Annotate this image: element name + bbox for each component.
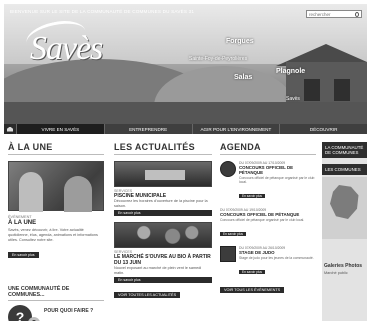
agenda-thumbnail (220, 246, 236, 262)
une-photo[interactable] (8, 161, 104, 212)
news-title-text[interactable]: LE MARCHÉ S'OUVRE AU BIO À PARTIR DU 13 … (114, 254, 212, 266)
galleries-title[interactable]: Galeries Photos (324, 263, 365, 269)
une-title: À LA UNE (8, 142, 53, 152)
news-item[interactable]: SERVICES PISCINE MUNICIPALE Découvrez le… (114, 161, 212, 216)
agenda-more-button[interactable]: En savoir plus (239, 270, 266, 274)
une-column: À LA UNE ÉVÉNEMENT À LA UNE Savès, venez… (8, 142, 104, 321)
place-label: Sainte-Foy-de-Peyrolières (189, 56, 248, 62)
agenda-item[interactable]: DU 07/09/2009 AU 17/10/2009 CONCOURS OFF… (220, 161, 316, 202)
logo[interactable]: Savès (20, 16, 110, 68)
news-image[interactable] (114, 222, 212, 248)
news-image[interactable] (114, 161, 212, 187)
community-question[interactable]: ? ? POUR QUOI FAIRE ? (8, 305, 104, 321)
right-sidebar: LA COMMUNAUTÉ DE COMMUNES LES COMMUNES G… (322, 142, 367, 321)
une-category: ÉVÉNEMENT (8, 215, 32, 219)
header-banner: BIENVENUE SUR LE SITE DE LA COMMUNAUTÉ D… (4, 4, 367, 124)
community-block: UNE COMMUNAUTÉ DE COMMUNES... ? ? POUR Q… (8, 286, 104, 321)
page: BIENVENUE SUR LE SITE DE LA COMMUNAUTÉ D… (4, 4, 367, 321)
agenda-thumbnail (220, 161, 236, 177)
agenda-body: Stage de judo pour les jeunes de la comm… (239, 256, 314, 260)
home-button[interactable] (4, 124, 16, 134)
home-icon (7, 126, 13, 132)
search-icon[interactable] (355, 11, 359, 17)
place-label: Forgues (226, 38, 254, 45)
nav-item-environnement[interactable]: AGIR POUR L'ENVIRONNEMENT (191, 124, 280, 134)
agenda-body: Concours officiel de pétanque organisé p… (239, 176, 315, 184)
search-input[interactable] (309, 11, 355, 17)
logo-text: Savès (30, 30, 103, 67)
une-more-button[interactable]: En savoir plus (8, 252, 39, 258)
community-title[interactable]: UNE COMMUNAUTÉ DE COMMUNES... (8, 286, 104, 298)
welcome-text: BIENVENUE SUR LE SITE DE LA COMMUNAUTÉ D… (10, 9, 195, 14)
agenda-more-button[interactable]: En savoir plus (220, 232, 247, 236)
see-all-news-button[interactable]: VOIR TOUTES LES ACTUALITÉS (114, 292, 181, 298)
agenda-title-text[interactable]: CONCOURS OFFICIEL DE PÉTANQUE (220, 212, 316, 217)
news-item[interactable]: SERVICES LE MARCHÉ S'OUVRE AU BIO À PART… (114, 222, 212, 283)
place-label: Salas (234, 74, 253, 81)
agenda-title: AGENDA (220, 142, 261, 152)
une-headline[interactable]: À LA UNE (8, 220, 104, 226)
news-body: Nouvel exposant au marché de plein vent … (114, 266, 202, 275)
nav-item-entreprendre[interactable]: ENTREPRENDRE (103, 124, 192, 134)
sidebar-link-communaute[interactable]: LA COMMUNAUTÉ DE COMMUNES (322, 142, 367, 158)
news-body: Découvrez les horaires d'ouverture de la… (114, 199, 208, 208)
news-more-button[interactable]: En savoir plus (114, 210, 212, 216)
france-map-icon (330, 185, 359, 219)
agenda-more-button[interactable]: En savoir plus (239, 194, 266, 198)
communes-map[interactable] (322, 177, 367, 239)
agenda-item[interactable]: DU 07/09/2009 AU 19/10/2009 CONCOURS OFF… (220, 208, 316, 240)
agenda-column: AGENDA DU 07/09/2009 AU 17/10/2009 CONCO… (220, 142, 316, 321)
news-title: LES ACTUALITÉS (114, 142, 195, 152)
main-nav: VIVRE EN SAVÈS ENTREPRENDRE AGIR POUR L'… (4, 124, 367, 134)
agenda-body: Concours officiel de pétanque organisé p… (220, 218, 305, 222)
nav-item-vivre[interactable]: VIVRE EN SAVÈS (16, 124, 104, 134)
news-more-button[interactable]: En savoir plus (114, 277, 212, 283)
agenda-title-text[interactable]: STAGE DE JUDO (239, 250, 315, 255)
agenda-title-text[interactable]: CONCOURS OFFICIEL DE PÉTANQUE (239, 165, 315, 175)
nav-item-decouvrir[interactable]: DÉCOUVRIR (279, 124, 367, 134)
une-body: Savès, venez découvrir, à lire. Votre ac… (8, 228, 98, 242)
search-box[interactable] (306, 10, 362, 18)
place-label: Plagnole (276, 68, 306, 75)
place-label: Savès (286, 96, 300, 102)
see-all-events-button[interactable]: VOIR TOUS LES ÉVÉNEMENTS (220, 287, 285, 293)
galleries-block: Galeries Photos Marché public (322, 263, 367, 275)
question-icon: ? (28, 317, 40, 321)
galleries-item[interactable]: Marché public (324, 271, 365, 275)
agenda-item[interactable]: DU 07/09/2009 AU 26/10/2009 STAGE DE JUD… (220, 246, 316, 278)
sidebar-link-communes[interactable]: LES COMMUNES (322, 164, 367, 175)
community-question-label: POUR QUOI FAIRE ? (44, 308, 94, 314)
news-column: LES ACTUALITÉS SERVICES PISCINE MUNICIPA… (114, 142, 212, 321)
